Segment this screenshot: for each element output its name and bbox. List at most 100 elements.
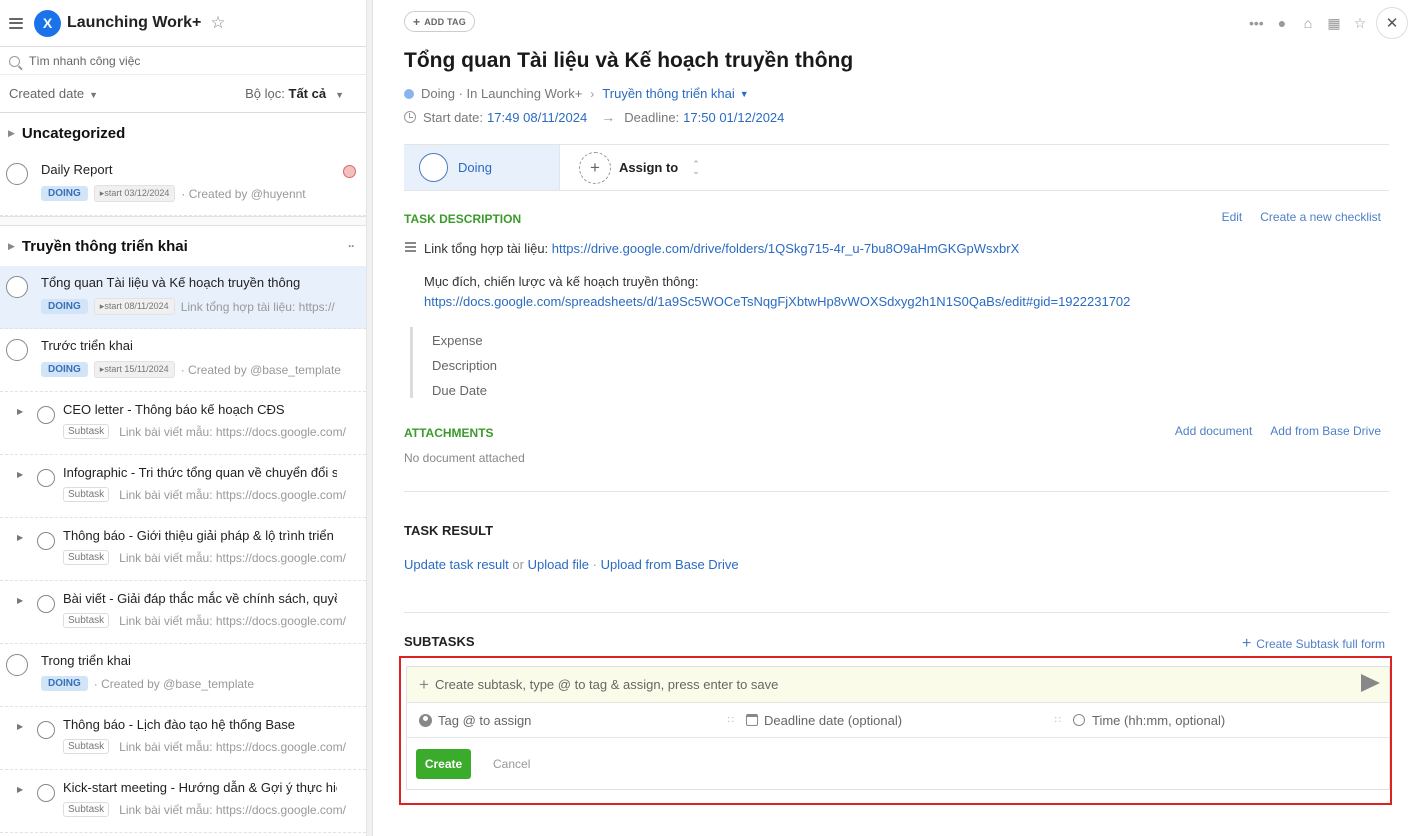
status-dot-icon bbox=[404, 88, 414, 99]
breadcrumb-separator: › bbox=[590, 86, 595, 101]
subtask-row[interactable]: ▶ Thông báo - Lịch đào tạo hệ thống Base… bbox=[0, 707, 366, 770]
close-button[interactable]: ✕ bbox=[1376, 7, 1408, 39]
spreadsheet-link[interactable]: https://docs.google.com/spreadsheets/d/1… bbox=[424, 294, 1130, 309]
add-document-link[interactable]: Add document bbox=[1175, 424, 1252, 438]
add-from-drive-link[interactable]: Add from Base Drive bbox=[1270, 424, 1381, 438]
subtask-input-row: + bbox=[407, 667, 1389, 703]
upload-file-link[interactable]: Upload file bbox=[528, 557, 589, 572]
subtask-row[interactable]: ▶ Kick-start meeting - Hướng dẫn & Gợi ý… bbox=[0, 770, 366, 833]
star-icon[interactable]: ☆ bbox=[1353, 15, 1367, 32]
subtask-extra: Link bài viết mẫu: https://docs.google.c… bbox=[119, 802, 346, 817]
subtask-title: Bài viết - Giải đáp thắc mắc về chính sá… bbox=[63, 591, 337, 606]
create-checklist-link[interactable]: Create a new checklist bbox=[1260, 210, 1381, 224]
caret-right-icon[interactable]: ▶ bbox=[17, 785, 23, 794]
subtask-checkbox[interactable] bbox=[37, 721, 55, 739]
task-title: Daily Report bbox=[41, 162, 113, 177]
info-icon[interactable]: ● bbox=[1275, 15, 1289, 31]
add-tag-button[interactable]: + ADD TAG bbox=[404, 11, 475, 32]
drive-folder-link[interactable]: https://drive.google.com/drive/folders/1… bbox=[552, 241, 1020, 256]
task-dates: Start date: 17:49 08/11/2024 → Deadline:… bbox=[404, 109, 784, 125]
star-icon[interactable]: ☆ bbox=[210, 13, 225, 33]
search-input[interactable] bbox=[29, 53, 329, 68]
task-detail-panel: + ADD TAG ••• ● ⌂ ▦ ☆ ✕ Tổng quan Tài li… bbox=[374, 0, 1418, 836]
update-result-link[interactable]: Update task result bbox=[404, 557, 509, 572]
bookmark-icon[interactable]: ⌂ bbox=[1301, 15, 1315, 31]
send-icon[interactable] bbox=[1361, 674, 1380, 692]
or-text: or bbox=[512, 557, 524, 572]
time-field[interactable]: Time (hh:mm, optional) bbox=[1061, 713, 1388, 728]
assign-selector[interactable]: + Assign to ⌃ ⌄ bbox=[560, 145, 700, 190]
status-selector[interactable]: Doing bbox=[404, 145, 560, 190]
task-row[interactable]: Daily Report DOING ▸start 03/12/2024 · C… bbox=[0, 153, 366, 216]
create-subtask-full-form-link[interactable]: + Create Subtask full form bbox=[1242, 635, 1385, 653]
status-badge: DOING bbox=[41, 676, 88, 691]
subtask-checkbox[interactable] bbox=[37, 532, 55, 550]
subtask-badge: Subtask bbox=[63, 739, 110, 754]
subtask-checkbox[interactable] bbox=[37, 406, 55, 424]
page-title[interactable]: Tổng quan Tài liệu và Kế hoạch truyền th… bbox=[404, 49, 853, 73]
more-icon[interactable]: ••• bbox=[1249, 15, 1264, 31]
breadcrumb-status: Doing bbox=[421, 86, 455, 101]
task-description-heading: TASK DESCRIPTION bbox=[404, 212, 522, 226]
search-bar bbox=[0, 47, 366, 75]
chevron-down-icon[interactable]: ▼ bbox=[740, 89, 749, 99]
caret-right-icon[interactable]: ▶ bbox=[17, 533, 23, 542]
quote-line: Expense bbox=[432, 333, 483, 348]
subtask-input[interactable] bbox=[434, 677, 1335, 692]
top-toolbar: ••• ● ⌂ ▦ ☆ ✕ bbox=[1237, 7, 1408, 39]
subtask-checkbox[interactable] bbox=[37, 469, 55, 487]
chevron-down-icon: ▼ bbox=[335, 90, 344, 100]
description-actions: Edit Create a new checklist bbox=[1204, 210, 1381, 224]
subtask-row[interactable]: ▶ CEO letter - Thông báo kế hoạch CĐS Su… bbox=[0, 392, 366, 455]
deadline-value[interactable]: 17:50 01/12/2024 bbox=[683, 110, 784, 125]
status-assign-bar: Doing + Assign to ⌃ ⌄ bbox=[404, 144, 1389, 191]
group-header-uncategorized[interactable]: ▶ Uncategorized bbox=[0, 113, 366, 153]
more-icon[interactable]: ·· bbox=[348, 239, 355, 253]
deadline-field[interactable]: Deadline date (optional) ∷ bbox=[734, 713, 1061, 728]
create-button[interactable]: Create bbox=[416, 748, 471, 779]
divider bbox=[404, 491, 1389, 492]
upload-drive-link[interactable]: Upload from Base Drive bbox=[601, 557, 739, 572]
attachments-heading: ATTACHMENTS bbox=[404, 426, 494, 440]
start-date-value[interactable]: 17:49 08/11/2024 bbox=[487, 110, 587, 125]
subtask-badge: Subtask bbox=[63, 487, 110, 502]
task-checkbox[interactable] bbox=[6, 276, 28, 298]
caret-right-icon[interactable]: ▶ bbox=[17, 470, 23, 479]
calendar-icon[interactable]: ▦ bbox=[1327, 15, 1341, 32]
subtask-checkbox[interactable] bbox=[37, 784, 55, 802]
subtask-title: Thông báo - Lịch đào tạo hệ thống Base bbox=[63, 717, 296, 732]
subtask-row[interactable]: ▶ Bài viết - Giải đáp thắc mắc về chính … bbox=[0, 581, 366, 644]
edit-description-link[interactable]: Edit bbox=[1222, 210, 1243, 224]
subtasks-heading: SUBTASKS bbox=[404, 634, 475, 649]
task-result-heading: TASK RESULT bbox=[404, 523, 494, 538]
assign-placeholder: Tag @ to assign bbox=[438, 712, 532, 728]
caret-right-icon[interactable]: ▶ bbox=[17, 596, 23, 605]
task-checkbox[interactable] bbox=[6, 163, 28, 185]
subtask-row[interactable]: ▶ Infographic - Tri thức tổng quan về ch… bbox=[0, 455, 366, 518]
sort-dropdown[interactable]: Created date ▼ bbox=[9, 86, 98, 101]
caret-right-icon[interactable]: ▶ bbox=[17, 722, 23, 731]
subtask-row[interactable]: ▶ Thông báo - Giới thiệu giải pháp & lộ … bbox=[0, 518, 366, 581]
caret-right-icon[interactable]: ▶ bbox=[17, 407, 23, 416]
filter-dropdown[interactable]: Bộ lọc: Tất cả ▼ bbox=[245, 86, 344, 101]
subtask-meta: Subtask Link bài viết mẫu: https://docs.… bbox=[63, 487, 351, 502]
assign-field[interactable]: Tag @ to assign ∷ bbox=[407, 713, 734, 728]
app-logo: X bbox=[34, 9, 61, 37]
cancel-button[interactable]: Cancel bbox=[493, 757, 530, 771]
breadcrumb-group[interactable]: Truyền thông triển khai bbox=[602, 86, 734, 101]
panel-splitter[interactable] bbox=[367, 0, 373, 836]
task-meta: DOING ▸start 08/11/2024 Link tổng hợp tà… bbox=[41, 298, 356, 315]
task-row[interactable]: Trước triển khai DOING ▸start 15/11/2024… bbox=[0, 329, 366, 392]
task-row[interactable]: Trong triển khai DOING · Created by @bas… bbox=[0, 644, 366, 707]
subtask-checkbox[interactable] bbox=[37, 595, 55, 613]
menu-icon[interactable] bbox=[9, 17, 23, 29]
project-title[interactable]: Launching Work+ bbox=[67, 14, 201, 32]
breadcrumb-project[interactable]: · In Launching Work+ bbox=[459, 86, 583, 101]
description-line-1: Link tổng hợp tài liệu: https://drive.go… bbox=[424, 241, 1019, 256]
group-name: Truyền thông triển khai bbox=[21, 237, 188, 255]
group-header-truyen-thong[interactable]: ▶ Truyền thông triển khai ·· bbox=[0, 226, 366, 266]
task-checkbox[interactable] bbox=[6, 654, 28, 676]
task-checkbox[interactable] bbox=[6, 339, 28, 361]
task-row-selected[interactable]: Tổng quan Tài liệu và Kế hoạch truyền th… bbox=[0, 266, 366, 329]
deadline-placeholder: Deadline date (optional) bbox=[764, 712, 903, 728]
